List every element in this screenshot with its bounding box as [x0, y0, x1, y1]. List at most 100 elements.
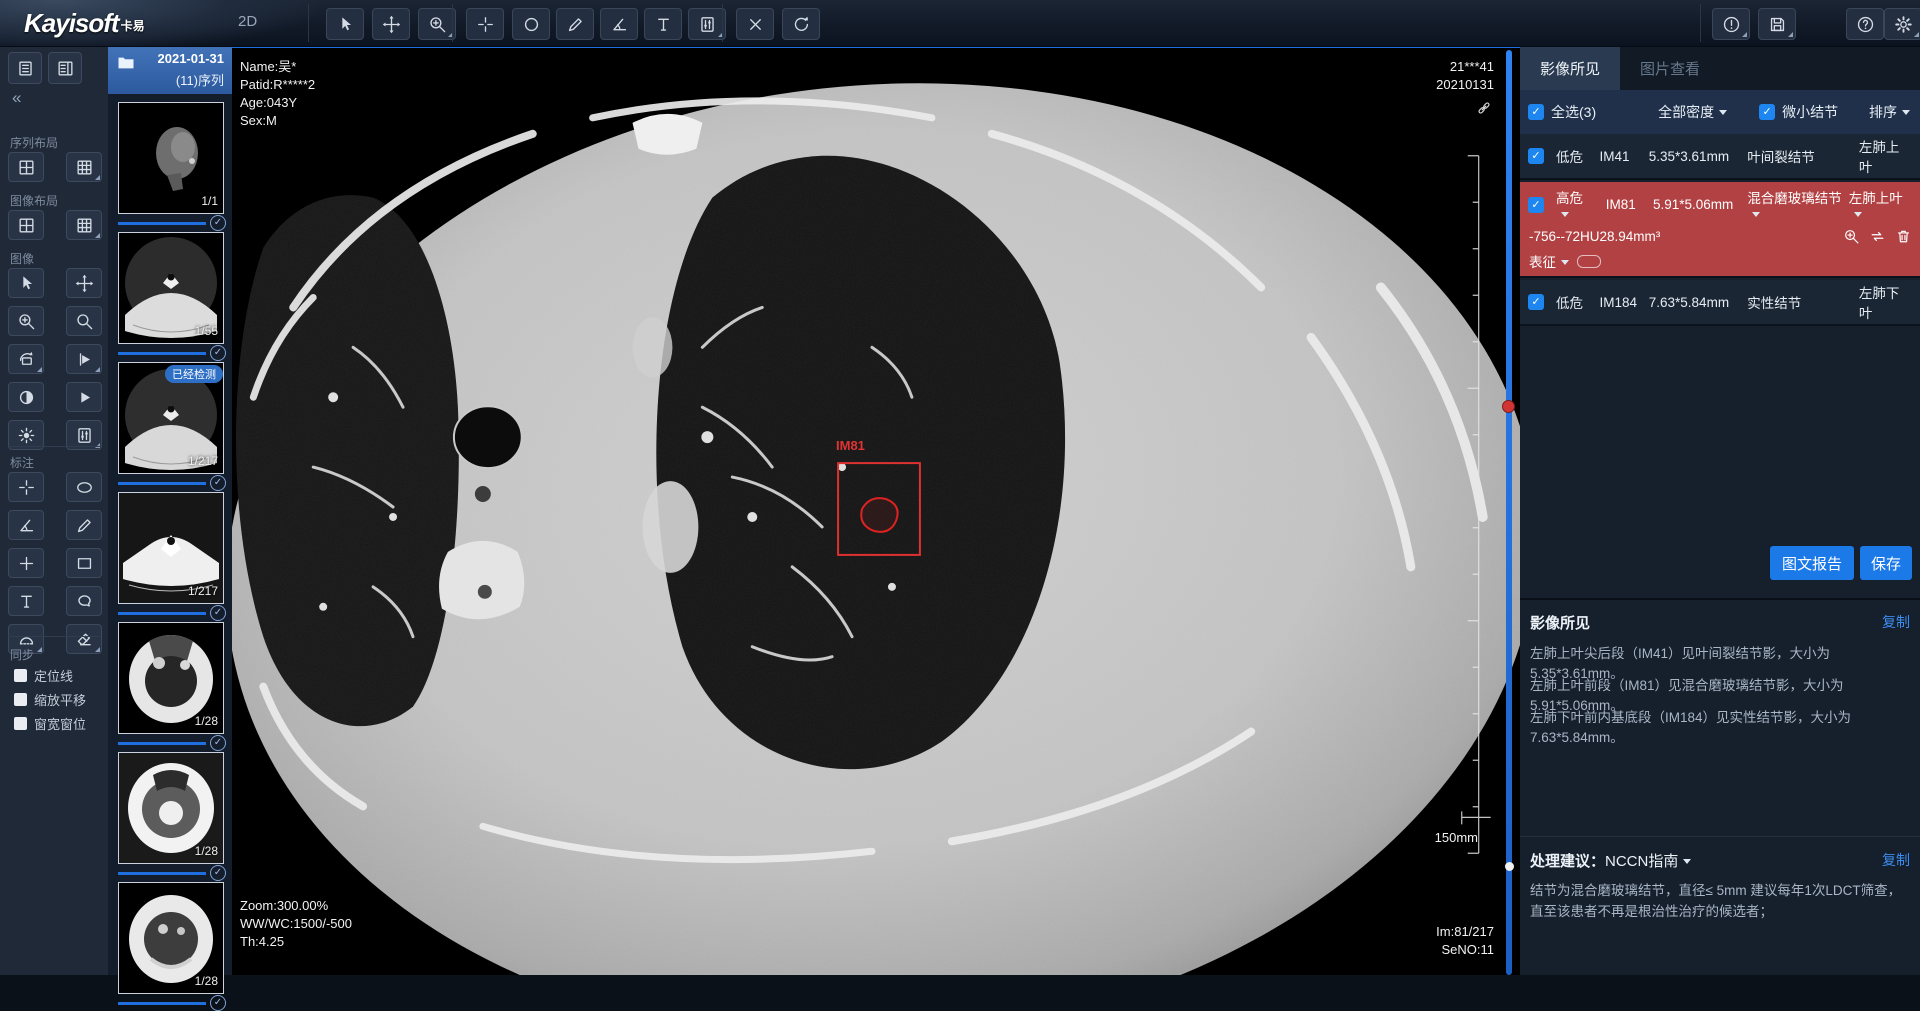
save-study-button[interactable] [1758, 8, 1796, 40]
thumb-check-icon[interactable]: ✓ [210, 995, 226, 1011]
series-layout-2x2-button[interactable] [8, 152, 44, 182]
thumbnail-series[interactable]: 1/55 ✓ [118, 232, 226, 360]
tab-findings[interactable]: 影像所见 [1520, 46, 1620, 90]
anno-eraser-button[interactable] [66, 624, 102, 654]
ellipse-tool-button[interactable] [512, 8, 550, 40]
image-layout-2x2-button[interactable] [8, 210, 44, 240]
image-pan-button[interactable] [66, 268, 102, 298]
delete-annotation-button[interactable] [736, 8, 774, 40]
thumb-check-icon[interactable]: ✓ [210, 215, 226, 231]
anno-ruler-button[interactable] [66, 510, 102, 540]
ruler-tool-button[interactable] [556, 8, 594, 40]
series-layout-3x3-button[interactable] [66, 152, 102, 182]
nodule-annotation-label[interactable]: IM81 [836, 438, 865, 453]
nodule-type-dropdown[interactable]: 混合磨玻璃结节 [1747, 187, 1848, 222]
thumb-check-icon[interactable]: ✓ [210, 735, 226, 751]
nodule-risk: 低危 [1556, 292, 1600, 312]
slice-position-marker[interactable] [1502, 400, 1515, 413]
thumb-check-icon[interactable]: ✓ [210, 605, 226, 621]
image-play-button[interactable] [66, 382, 102, 412]
image-flip-button[interactable] [66, 344, 102, 374]
guideline-dropdown[interactable]: NCCN指南 [1605, 853, 1691, 870]
thumb-check-icon[interactable]: ✓ [210, 865, 226, 881]
text-tool-button[interactable] [644, 8, 682, 40]
nodule-risk-dropdown[interactable]: 高危 [1556, 187, 1594, 222]
pointer-tool-button[interactable] [326, 8, 364, 40]
nodule-id: IM41 [1600, 149, 1649, 164]
pan-icon [382, 15, 401, 34]
nodule-row-im41[interactable]: ✓ 低危 IM41 5.35*3.61mm 叶间裂结节 左肺上叶 [1520, 134, 1920, 180]
sort-dropdown[interactable]: 排序 [1869, 102, 1910, 122]
collapse-sidebar-button[interactable]: « [12, 88, 21, 108]
checkbox-unchecked[interactable] [14, 717, 27, 730]
thumb-frame-count: 1/217 [188, 454, 218, 468]
zoom-in-icon [1843, 228, 1860, 245]
series-list-button[interactable] [8, 52, 42, 84]
copy-findings-link[interactable]: 复制 [1882, 612, 1910, 632]
slice-scrollbar[interactable] [1506, 50, 1512, 975]
copy-advice-link[interactable]: 复制 [1882, 850, 1910, 870]
nodule-row-im184[interactable]: ✓ 低危 IM184 7.63*5.84mm 实性结节 左肺下叶 [1520, 280, 1920, 326]
thumb-check-icon[interactable]: ✓ [210, 345, 226, 361]
slice-secondary-marker[interactable] [1505, 862, 1514, 871]
micro-nodule-checkbox[interactable]: ✓ [1759, 104, 1775, 120]
anno-text-button[interactable] [8, 586, 44, 616]
image-layout-3x3-button[interactable] [66, 210, 102, 240]
checkbox-unchecked[interactable] [14, 669, 27, 682]
thumbnail-series[interactable]: 1/217 ✓ [118, 492, 226, 620]
settings-button[interactable] [1884, 8, 1920, 40]
report-button[interactable]: 图文报告 [1770, 546, 1854, 580]
image-rotate-button[interactable] [8, 344, 44, 374]
thumb-check-icon[interactable]: ✓ [210, 475, 226, 491]
anno-crosshair-button[interactable] [8, 472, 44, 502]
feature-dropdown[interactable]: 表征 [1529, 251, 1569, 271]
crosshair-tool-button[interactable] [466, 8, 504, 40]
nodule-checkbox[interactable]: ✓ [1528, 148, 1544, 164]
thumbnail-series-detected[interactable]: 已经检测 1/217 ✓ [118, 362, 226, 490]
thumbnail-series[interactable]: 1/28 ✓ [118, 622, 226, 750]
link-icon[interactable] [1476, 100, 1492, 116]
pan-tool-button[interactable] [372, 8, 410, 40]
help-button[interactable] [1846, 8, 1884, 40]
nodule-checkbox[interactable]: ✓ [1528, 294, 1544, 310]
tab-image-view[interactable]: 图片查看 [1620, 46, 1720, 90]
checkbox-unchecked[interactable] [14, 693, 27, 706]
anno-plus-button[interactable] [8, 548, 44, 578]
sync-option-zoom-pan[interactable]: 缩放平移 [14, 690, 86, 709]
locate-nodule-button[interactable] [1843, 228, 1860, 245]
image-zoom-in-button[interactable] [8, 306, 44, 336]
study-header[interactable]: 2021-01-31 (11)序列 [108, 46, 232, 94]
select-all-checkbox[interactable]: ✓ [1528, 104, 1544, 120]
compare-nodule-button[interactable] [1869, 228, 1886, 245]
nodule-checkbox[interactable]: ✓ [1528, 197, 1544, 213]
thumbnail-series[interactable]: 1/28 ✓ [118, 882, 226, 1010]
thumbnail-scout[interactable]: 1/1 ✓ [118, 102, 226, 230]
delete-nodule-button[interactable] [1895, 228, 1912, 245]
anno-ellipse-button[interactable] [66, 472, 102, 502]
image-invert-button[interactable] [8, 382, 44, 412]
density-filter-dropdown[interactable]: 全部密度 [1658, 102, 1727, 122]
sync-option-localizer[interactable]: 定位线 [14, 666, 73, 685]
ct-viewport[interactable]: Name:吴* Patid:R*****2 Age:043Y Sex:M 21*… [232, 46, 1520, 975]
image-pointer-button[interactable] [8, 268, 44, 298]
alert-button[interactable] [1712, 8, 1750, 40]
nodule-location-dropdown[interactable]: 左肺上叶 [1849, 187, 1912, 222]
feature-toggle[interactable] [1577, 255, 1601, 268]
save-button[interactable]: 保存 [1860, 546, 1912, 580]
thumbnail-series[interactable]: 1/28 ✓ [118, 752, 226, 880]
zoom-tool-button[interactable] [418, 8, 456, 40]
image-magnify-button[interactable] [66, 306, 102, 336]
window-level-button[interactable] [688, 8, 726, 40]
nodule-row-im81-selected[interactable]: ✓ 高危 IM81 5.91*5.06mm 混合磨玻璃结节 左肺上叶 -756-… [1520, 182, 1920, 278]
anno-angle-button[interactable] [8, 510, 44, 540]
report-panel-button[interactable] [48, 52, 82, 84]
reset-button[interactable] [782, 8, 820, 40]
anno-rectangle-button[interactable] [66, 548, 102, 578]
folder-icon [116, 53, 136, 73]
mode-2d-label[interactable]: 2D [238, 13, 257, 30]
anno-bubble-button[interactable] [66, 586, 102, 616]
section-label-sync: 同步 [10, 646, 34, 663]
sync-option-window[interactable]: 窗宽窗位 [14, 714, 86, 733]
thumb-progress-bar [118, 482, 206, 485]
angle-tool-button[interactable] [600, 8, 638, 40]
